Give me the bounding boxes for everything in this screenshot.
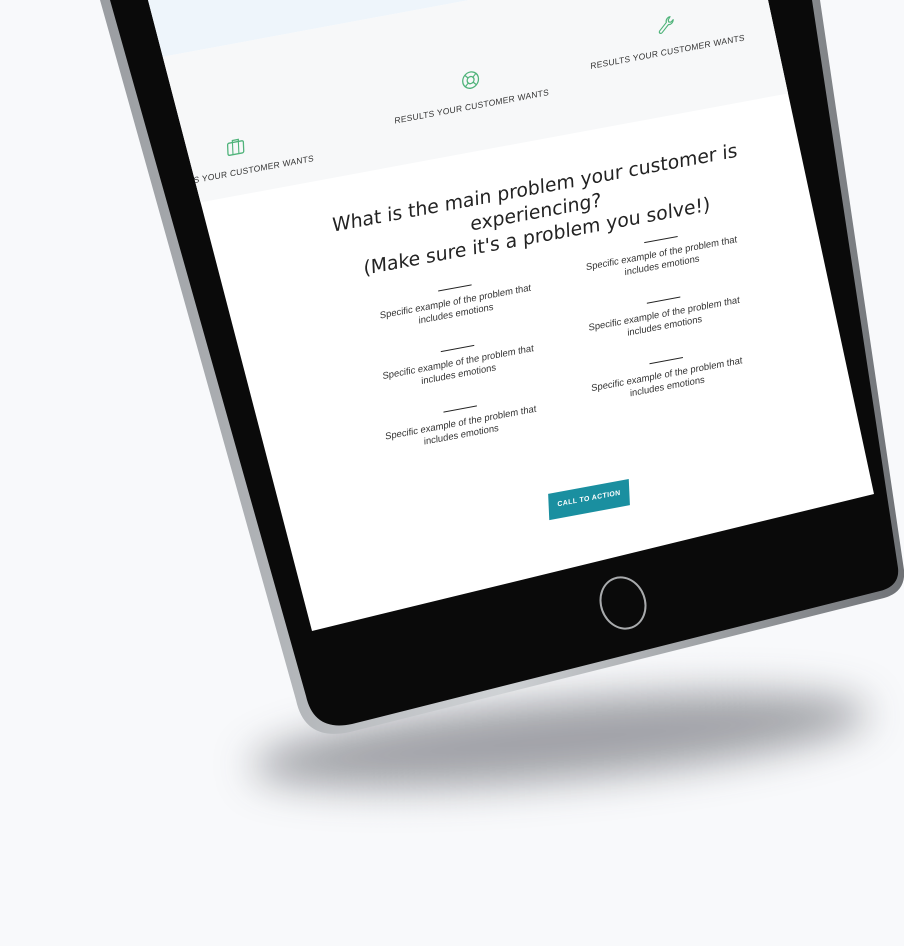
problem-example: Specific example of the problem that inc… <box>367 391 555 459</box>
divider <box>440 344 475 353</box>
page: RESULTS YOUR CUSTOMER WANTS RESULTS YOUR… <box>0 0 904 946</box>
lifebuoy-icon <box>462 71 480 89</box>
problem-example: Specific example of the problem that inc… <box>361 270 549 338</box>
divider <box>649 357 683 365</box>
call-to-action-button[interactable]: CALL TO ACTION <box>548 478 630 521</box>
problem-example: Specific example of the problem that inc… <box>573 343 761 411</box>
divider <box>646 296 681 304</box>
divider <box>443 405 477 413</box>
divider <box>438 284 472 292</box>
feature-item: RESULTS YOUR CUSTOMER WANTS <box>372 51 571 130</box>
divider <box>644 235 678 244</box>
suitcase-icon <box>226 138 245 156</box>
wrench-icon <box>658 16 674 34</box>
feature-item: RESULTS YOUR CUSTOMER WANTS <box>568 0 767 75</box>
problem-example: Specific example of the problem that inc… <box>364 331 552 399</box>
problem-example: Specific example of the problem that inc… <box>570 282 758 350</box>
